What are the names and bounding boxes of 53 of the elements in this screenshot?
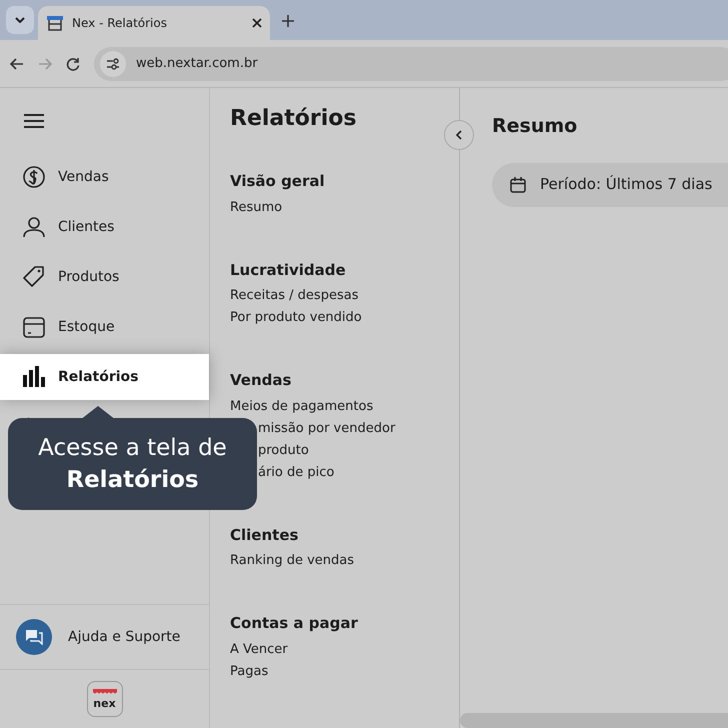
tab-title: Nex - Relatórios: [72, 15, 168, 32]
help-icon[interactable]: [16, 619, 52, 655]
back-arrow-icon: [10, 58, 24, 70]
section-heading: Lucratividade: [230, 260, 347, 281]
chevron-left-icon: [456, 130, 462, 140]
tag-icon: [22, 265, 46, 289]
nex-logo: nex: [86, 681, 122, 717]
report-link[interactable]: A Vencer: [230, 638, 439, 661]
section-heading: Vendas: [230, 370, 292, 392]
store-icon: [46, 15, 64, 31]
report-link[interactable]: Ranking de vendas: [230, 550, 439, 572]
report-link[interactable]: Meios de pagamentos: [230, 396, 439, 418]
report-link[interactable]: missão por vendedor: [258, 418, 439, 440]
person-icon: [22, 215, 46, 239]
sidebar-item[interactable]: Produtos: [0, 254, 209, 300]
collapse-button[interactable]: [444, 120, 474, 150]
address-bar[interactable]: web.nextar.com.br: [94, 46, 728, 80]
reload-icon: [66, 56, 80, 70]
report-link[interactable]: Pagas: [230, 660, 439, 683]
menu-icon[interactable]: [24, 114, 44, 128]
report-link[interactable]: ário de pico: [258, 462, 439, 484]
report-link[interactable]: Receitas / despesas: [230, 285, 439, 308]
plus-icon: [282, 15, 294, 28]
site-settings-icon[interactable]: [106, 58, 120, 70]
tooltip-title: Relatórios: [66, 466, 199, 495]
sidebar-item[interactable]: Vendas: [0, 154, 209, 200]
sidebar-item[interactable]: Relatórios: [0, 354, 209, 400]
report-link[interactable]: produto: [258, 440, 439, 462]
url-text: web.nextar.com.br: [136, 54, 258, 73]
help-link[interactable]: Ajuda e Suporte: [68, 626, 180, 648]
dollar-icon: [22, 165, 46, 189]
calendar-icon: [510, 176, 526, 192]
scrollbar[interactable]: [460, 713, 728, 728]
reload-button[interactable]: [66, 56, 80, 70]
tab-list-button[interactable]: [6, 6, 34, 34]
summary-title: Resumo: [492, 114, 578, 139]
sidebar-item[interactable]: Clientes: [0, 204, 209, 250]
tooltip-text: Acesse a tela de: [38, 434, 227, 463]
bar-chart-icon: [22, 365, 46, 389]
reports-title: Relatórios: [230, 106, 358, 132]
chevron-down-icon: [15, 17, 25, 23]
period-filter[interactable]: Período: Últimos 7 dias: [492, 162, 728, 206]
browser-tab[interactable]: Nex - Relatórios: [38, 6, 270, 40]
back-button[interactable]: [10, 58, 24, 70]
forward-arrow-icon: [38, 58, 52, 70]
report-link[interactable]: Por produto vendido: [230, 307, 439, 330]
section-heading: Visão geral: [230, 171, 326, 192]
section-heading: Clientes: [230, 524, 300, 546]
sidebar-item[interactable]: Estoque: [0, 304, 209, 350]
close-icon[interactable]: [252, 18, 262, 28]
report-link[interactable]: Resumo: [230, 196, 439, 219]
section-heading: Contas a pagar: [230, 613, 359, 634]
box-icon: [22, 315, 46, 339]
